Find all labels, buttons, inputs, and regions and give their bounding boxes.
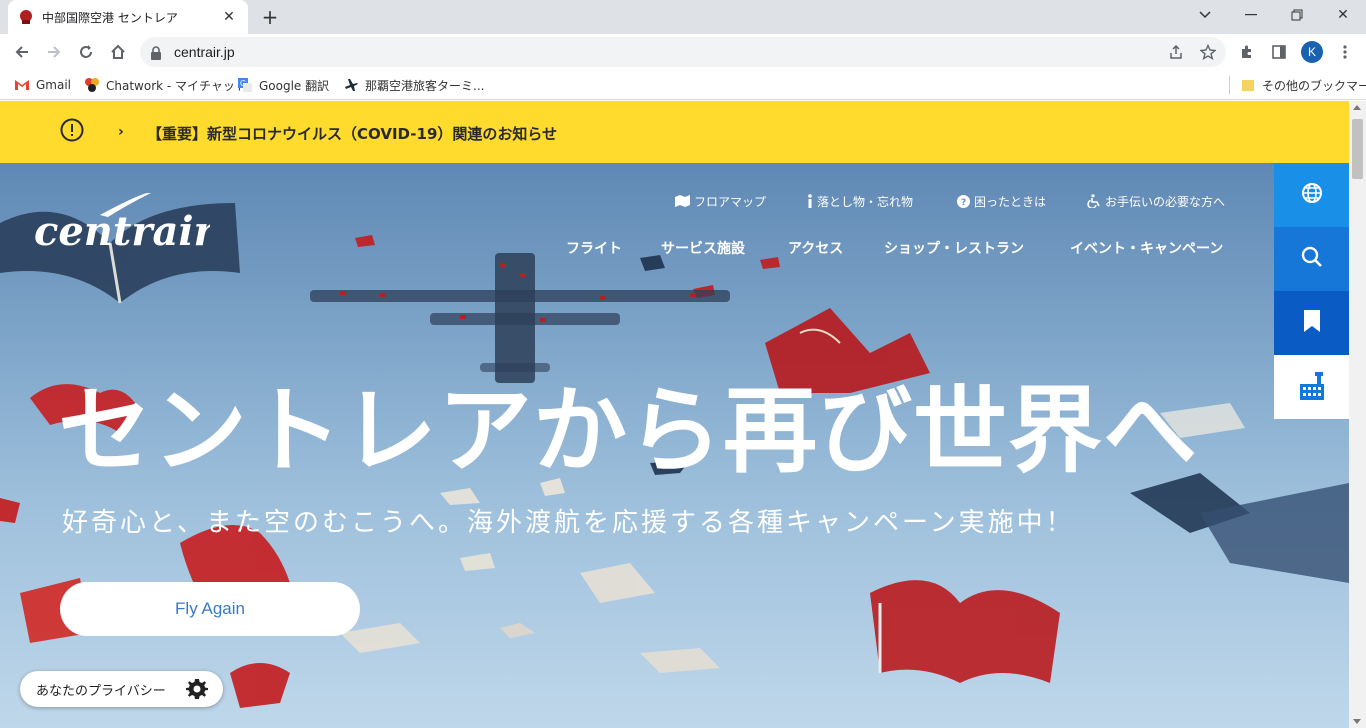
google-translate-icon: G [237,77,253,93]
info-icon [807,194,813,208]
globe-icon [1301,182,1323,208]
menu-icon[interactable] [1331,38,1359,66]
warning-icon [60,118,84,142]
bookmark-naha-airport[interactable]: 那覇空港旅客ターミ... [343,75,484,95]
profile-initial: K [1301,41,1323,63]
fly-again-button[interactable]: Fly Again [60,582,360,636]
floor-map-label: フロアマップ [694,194,767,209]
search-button[interactable] [1274,227,1349,291]
folder-icon [1240,77,1256,93]
nav-shop-restaurant[interactable]: ショップ・レストラン [884,238,1024,258]
scrollbar-thumb[interactable] [1352,119,1363,179]
browser-tab-strip: 中部国際空港 セントレア ✕ + ✕ [0,0,1366,34]
terminal-building-icon [1298,370,1326,404]
question-icon: ? [957,194,970,208]
bookmark-icon [1303,310,1320,336]
bookmarks-bar: Gmail Chatwork - マイチャット G Google 翻訳 那覇空港… [0,70,1366,100]
nav-services[interactable]: サービス施設 [661,238,745,258]
svg-text:G: G [240,79,246,88]
hero-section: centrair フロアマップ 落とし物・忘れ物 ? 困ったときは お手伝いの必… [0,163,1349,728]
nav-access[interactable]: アクセス [788,238,843,258]
help-label: 困ったときは [974,194,1047,209]
bookmark-button[interactable] [1274,291,1349,355]
logo-text: centrair [34,208,210,253]
search-icon [1301,246,1323,272]
other-bookmarks-label: その他のブックマーク [1262,78,1366,93]
bookmark-chatwork[interactable]: Chatwork - マイチャット [84,75,247,95]
bookmarks-divider [1229,76,1230,94]
new-tab-button[interactable]: + [258,5,282,29]
scroll-up-arrow-icon[interactable] [1353,105,1361,110]
chatwork-icon [84,77,100,93]
forward-button[interactable] [40,38,68,66]
bookmark-star-icon[interactable] [1194,38,1222,66]
floor-map-link[interactable]: フロアマップ [675,191,766,211]
side-panel-icon[interactable] [1265,38,1293,66]
browser-tab[interactable]: 中部国際空港 セントレア ✕ [8,0,248,34]
nav-events-campaigns[interactable]: イベント・キャンペーン [1070,238,1223,258]
map-icon [675,195,690,207]
page-scrollbar[interactable] [1349,101,1366,728]
extensions-icon[interactable] [1233,38,1261,66]
airport-terminal-button[interactable] [1274,355,1349,419]
restore-button[interactable] [1274,0,1320,30]
language-button[interactable] [1274,163,1349,227]
other-bookmarks[interactable]: その他のブックマーク [1240,75,1366,95]
lost-found-link[interactable]: 落とし物・忘れ物 [807,191,913,211]
url-text: centrair.jp [174,44,235,60]
back-button[interactable] [8,38,36,66]
help-link[interactable]: ? 困ったときは [957,191,1046,211]
share-icon[interactable] [1162,38,1190,66]
bookmark-label: 那覇空港旅客ターミ... [365,78,485,93]
site-favicon-icon [18,9,34,25]
tab-title: 中部国際空港 セントレア [42,10,178,25]
close-tab-icon[interactable]: ✕ [220,9,238,25]
gear-icon [185,677,209,705]
assistance-label: お手伝いの必要な方へ [1105,194,1226,209]
bookmark-label: Gmail [36,78,72,92]
hero-headline: セントレアから再び世界へ [58,377,1199,486]
bookmark-google-translate[interactable]: G Google 翻訳 [237,75,329,95]
bookmark-label: Chatwork - マイチャット [106,78,247,93]
home-button[interactable] [104,38,132,66]
notice-text[interactable]: 【重要】新型コロナウイルス（COVID-19）関連のお知らせ [147,123,557,144]
airplane-icon [343,77,359,93]
reload-button[interactable] [72,38,100,66]
svg-text:?: ? [961,198,966,208]
centrair-logo[interactable]: centrair [30,191,218,257]
nav-flight[interactable]: フライト [566,238,622,258]
web-page: › 【重要】新型コロナウイルス（COVID-19）関連のお知らせ centrai… [0,101,1349,728]
bookmark-label: Google 翻訳 [259,78,330,93]
browser-toolbar: centrair.jp K [0,34,1366,70]
lock-icon [150,45,164,60]
gmail-icon [14,77,30,93]
minimize-button[interactable] [1228,0,1274,30]
lost-found-label: 落とし物・忘れ物 [817,194,914,209]
bookmark-gmail[interactable]: Gmail [14,75,71,95]
address-bar[interactable]: centrair.jp [140,37,1226,67]
privacy-label: あなたのプライバシー [36,683,166,699]
covid-notice-banner[interactable]: › 【重要】新型コロナウイルス（COVID-19）関連のお知らせ [0,101,1349,163]
hero-subline: 好奇心と、また空のむこうへ。海外渡航を応援する各種キャンペーン実施中！ [62,508,1075,538]
profile-avatar[interactable]: K [1298,38,1326,66]
scroll-down-arrow-icon[interactable] [1353,719,1361,724]
privacy-settings-button[interactable]: あなたのプライバシー [20,671,223,707]
close-window-button[interactable]: ✕ [1320,0,1366,30]
wheelchair-icon [1087,194,1101,208]
chevron-right-icon: › [118,124,124,140]
tab-search-icon[interactable] [1182,0,1228,30]
assistance-link[interactable]: お手伝いの必要な方へ [1087,191,1225,211]
